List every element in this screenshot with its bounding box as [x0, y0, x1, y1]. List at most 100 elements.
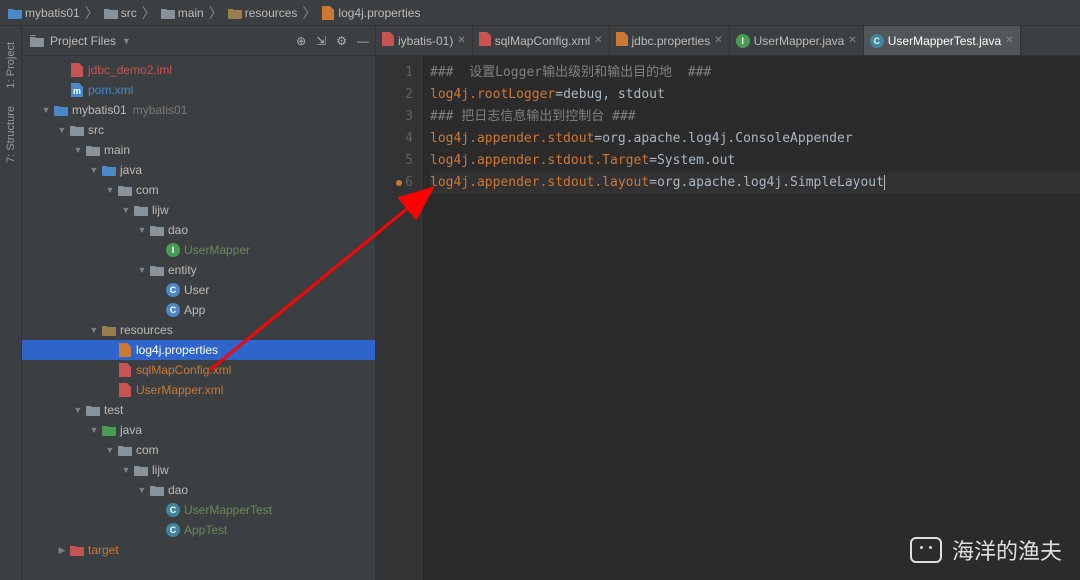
- editor-tab[interactable]: IUserMapper.java✕: [730, 26, 864, 55]
- chevron-icon[interactable]: ▼: [88, 325, 100, 335]
- chevron-icon[interactable]: ▼: [88, 425, 100, 435]
- tree-node-lijw[interactable]: ▼ lijw: [22, 460, 375, 480]
- code-line[interactable]: log4j.appender.stdout.layout=org.apache.…: [430, 172, 1080, 194]
- tree-node-log4j-properties[interactable]: log4j.properties: [22, 340, 375, 360]
- tree-node-label: jdbc_demo2.iml: [88, 63, 172, 77]
- close-icon[interactable]: ✕: [1005, 35, 1013, 46]
- chevron-icon[interactable]: ▶: [56, 545, 68, 556]
- file-xml-icon: [116, 363, 134, 377]
- folder-icon: [148, 224, 166, 236]
- watermark-text: 海洋的渔夫: [952, 534, 1062, 566]
- tree-node-com[interactable]: ▼ com: [22, 440, 375, 460]
- editor-tab[interactable]: jdbc.properties✕: [610, 26, 730, 55]
- chevron-icon[interactable]: ▼: [104, 445, 116, 455]
- breadcrumb-item[interactable]: log4j.properties: [321, 6, 420, 20]
- close-icon[interactable]: ✕: [457, 35, 465, 46]
- chevron-icon[interactable]: ▼: [136, 485, 148, 495]
- file-m-icon: m: [68, 83, 86, 97]
- chevron-icon[interactable]: ▼: [40, 105, 52, 115]
- tree-node-app[interactable]: CApp: [22, 300, 375, 320]
- chevron-icon[interactable]: ▼: [72, 145, 84, 155]
- folder-src-icon: [100, 164, 118, 176]
- editor-tab[interactable]: sqlMapConfig.xml✕: [473, 26, 610, 55]
- tree-node-java[interactable]: ▼ java: [22, 420, 375, 440]
- folder-icon: [132, 464, 150, 476]
- breadcrumb-item[interactable]: main: [161, 6, 204, 20]
- tree-node-entity[interactable]: ▼entity: [22, 260, 375, 280]
- code-line[interactable]: ### 把日志信息输出到控制台 ###: [430, 106, 1080, 128]
- tree-node-usermappertest[interactable]: CUserMapperTest: [22, 500, 375, 520]
- tree-node-apptest[interactable]: CAppTest: [22, 520, 375, 540]
- tree-node-src[interactable]: ▼src: [22, 120, 375, 140]
- tree-node-label: lijw: [152, 463, 169, 477]
- tree-node-java[interactable]: ▼java: [22, 160, 375, 180]
- breadcrumb-item[interactable]: resources: [228, 6, 298, 20]
- expand-all-icon[interactable]: ⇲: [316, 34, 326, 48]
- tree-node-target[interactable]: ▶target: [22, 540, 375, 560]
- tool-window-project[interactable]: 1: Project: [5, 42, 17, 88]
- folder-res-icon: [100, 324, 118, 336]
- code-line[interactable]: log4j.appender.stdout=org.apache.log4j.C…: [430, 128, 1080, 150]
- tree-node-com[interactable]: ▼com: [22, 180, 375, 200]
- editor-tab[interactable]: iybatis-01) ✕: [376, 26, 473, 55]
- chevron-icon[interactable]: ▼: [88, 165, 100, 175]
- tree-node-label: dao: [168, 223, 188, 237]
- close-icon[interactable]: ✕: [714, 35, 722, 46]
- tree-node-usermapper-xml[interactable]: UserMapper.xml: [22, 380, 375, 400]
- tree-node-mybatis01[interactable]: ▼ mybatis01 mybatis01: [22, 100, 375, 120]
- breadcrumb-label: resources: [245, 6, 298, 20]
- chevron-icon[interactable]: ▼: [104, 185, 116, 195]
- tree-node-resources[interactable]: ▼resources: [22, 320, 375, 340]
- tree-node-label: main: [104, 143, 130, 157]
- line-number: 4: [376, 128, 413, 150]
- code-line[interactable]: ### 设置Logger输出级别和输出目的地 ###: [430, 62, 1080, 84]
- tree-node-label: com: [136, 443, 159, 457]
- editor-tab[interactable]: CUserMapperTest.java✕: [864, 26, 1021, 55]
- code-editor[interactable]: ### 设置Logger输出级别和输出目的地 ###log4j.rootLogg…: [422, 56, 1080, 580]
- tool-window-structure[interactable]: 7: Structure: [5, 106, 17, 163]
- breadcrumb-item[interactable]: src: [104, 6, 137, 20]
- tree-node-pom-xml[interactable]: mpom.xml: [22, 80, 375, 100]
- chevron-icon[interactable]: ▼: [136, 265, 148, 275]
- tab-label: UserMapper.java: [754, 34, 845, 48]
- tree-node-label: sqlMapConfig.xml: [136, 363, 231, 377]
- file-prop-icon: [321, 6, 335, 20]
- chevron-icon[interactable]: ▼: [120, 205, 132, 215]
- chevron-icon[interactable]: ▼: [56, 125, 68, 135]
- tree-node-sqlmapconfig-xml[interactable]: sqlMapConfig.xml: [22, 360, 375, 380]
- tree-node-test[interactable]: ▼test: [22, 400, 375, 420]
- gear-icon[interactable]: ⚙: [336, 34, 347, 48]
- line-number: 3: [376, 106, 413, 128]
- tree-node-user[interactable]: CUser: [22, 280, 375, 300]
- dropdown-icon[interactable]: ▼: [122, 36, 131, 46]
- file-iml-icon: [68, 63, 86, 77]
- tab-label: iybatis-01): [398, 34, 453, 48]
- close-icon[interactable]: ✕: [594, 35, 602, 46]
- locate-icon[interactable]: ⊕: [296, 34, 306, 48]
- tree-node-jdbc-demo2-iml[interactable]: jdbc_demo2.iml: [22, 60, 375, 80]
- tree-node-label: java: [120, 423, 142, 437]
- tree-node-label: User: [184, 283, 209, 297]
- chevron-icon[interactable]: ▼: [72, 405, 84, 415]
- tree-node-main[interactable]: ▼ main: [22, 140, 375, 160]
- tree-node-extra: mybatis01: [133, 103, 188, 117]
- code-line[interactable]: log4j.appender.stdout.Target=System.out: [430, 150, 1080, 172]
- file-xml-icon: [382, 32, 394, 49]
- close-icon[interactable]: ✕: [848, 35, 856, 46]
- tree-node-label: UserMapperTest: [184, 503, 272, 517]
- sidebar-title-text[interactable]: Project Files: [50, 34, 116, 48]
- modified-mark-icon: [396, 180, 402, 186]
- chevron-icon[interactable]: ▼: [120, 465, 132, 475]
- tree-node-dao[interactable]: ▼dao: [22, 480, 375, 500]
- breadcrumb-item[interactable]: mybatis01: [8, 6, 80, 20]
- code-line[interactable]: log4j.rootLogger=debug, stdout: [430, 84, 1080, 106]
- tree-node-dao[interactable]: ▼ dao: [22, 220, 375, 240]
- tree-node-label: UserMapper.xml: [136, 383, 223, 397]
- svg-text:m: m: [73, 86, 81, 96]
- tree-node-usermapper[interactable]: IUserMapper: [22, 240, 375, 260]
- chevron-icon[interactable]: ▼: [136, 225, 148, 235]
- folder-module-icon: [52, 104, 70, 116]
- tree-node-lijw[interactable]: ▼lijw: [22, 200, 375, 220]
- hide-icon[interactable]: —: [357, 34, 369, 48]
- tree-node-label: mybatis01: [72, 103, 127, 117]
